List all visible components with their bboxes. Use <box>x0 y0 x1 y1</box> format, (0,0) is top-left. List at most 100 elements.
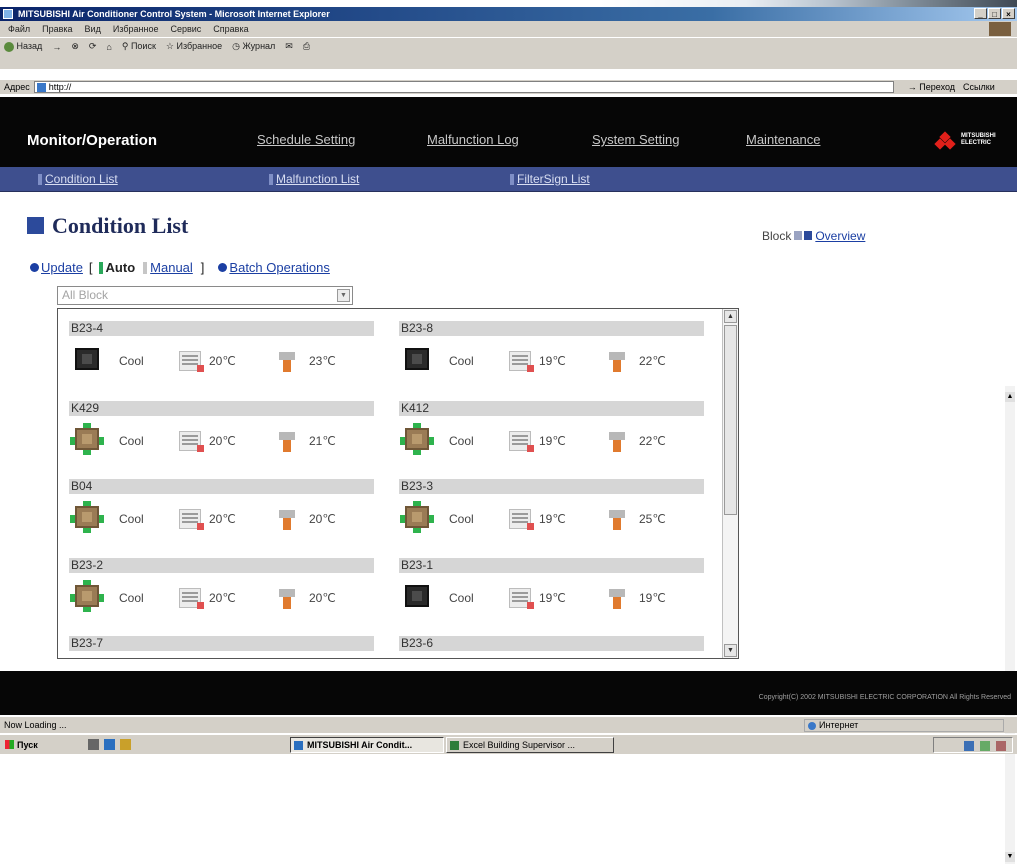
unit-card[interactable]: B23-6 <box>399 636 704 658</box>
address-input[interactable]: http:// <box>33 81 894 93</box>
outlook-quicklaunch-icon[interactable] <box>120 739 131 750</box>
air-conditioner-icon[interactable] <box>69 423 104 455</box>
unit-card[interactable]: B23-1 Cool 19℃ 19℃ <box>399 558 704 638</box>
refresh-icon[interactable]: ⟳ <box>89 41 97 52</box>
room-temperature-icon <box>277 508 297 530</box>
tab-maintenance[interactable]: Maintenance <box>746 132 820 147</box>
unit-card[interactable]: B23-7 <box>69 636 374 658</box>
manual-link[interactable]: Manual <box>150 260 193 275</box>
scroll-down-icon[interactable]: ▼ <box>724 644 737 657</box>
unit-card[interactable]: B23-2 Cool 20℃ 20℃ <box>69 558 374 638</box>
block-select[interactable]: All Block ▼ <box>57 286 353 305</box>
subnav-condition-list[interactable]: Condition List <box>45 172 118 186</box>
ie-quicklaunch-icon[interactable] <box>104 739 115 750</box>
address-label: Адрес <box>4 82 30 92</box>
task-label: Excel Building Supervisor ... <box>463 740 576 750</box>
mail-icon[interactable]: ✉ <box>285 41 293 52</box>
scroll-up-icon[interactable]: ▲ <box>724 310 737 323</box>
tab-monitor-operation[interactable]: Monitor/Operation <box>27 132 157 149</box>
room-temperature-icon <box>277 350 297 372</box>
unit-name: K429 <box>69 401 374 416</box>
set-temperature: 19℃ <box>539 591 566 605</box>
page-scrollbar[interactable]: ▲ ▼ <box>1005 386 1015 864</box>
start-button[interactable]: Пуск <box>3 738 47 752</box>
scroll-up-icon[interactable]: ▲ <box>1005 392 1015 402</box>
set-temperature-icon <box>509 351 534 372</box>
room-temperature: 19℃ <box>639 591 666 605</box>
air-conditioner-icon[interactable] <box>69 343 103 371</box>
air-conditioner-icon[interactable] <box>399 423 434 455</box>
links-button[interactable]: Ссылки <box>963 82 995 92</box>
tray-volume-icon[interactable] <box>980 741 990 751</box>
favorites-label: Избранное <box>176 41 223 51</box>
forward-button[interactable]: → <box>52 42 61 52</box>
chevron-down-icon[interactable]: ▼ <box>337 289 350 302</box>
zone-label: Интернет <box>819 720 859 730</box>
room-temperature-icon <box>277 430 297 452</box>
set-temperature: 20℃ <box>209 354 236 368</box>
menu-favorites[interactable]: Избранное <box>113 24 159 34</box>
set-temperature-icon <box>509 431 534 452</box>
batch-bullet-icon <box>218 263 228 272</box>
air-conditioner-icon[interactable] <box>69 580 104 612</box>
unit-list[interactable]: ▲ ▼ B23-4 Cool 20℃ 23℃ B23-8 Cool 19℃ 22℃ K429 Co… <box>57 308 739 659</box>
unit-card[interactable]: K412 Cool 19℃ 22℃ <box>399 401 704 481</box>
air-conditioner-icon[interactable] <box>399 501 434 533</box>
task-excel-building[interactable]: Excel Building Supervisor ... <box>446 737 614 753</box>
menu-edit[interactable]: Правка <box>42 24 72 34</box>
unit-card[interactable]: K429 Cool 20℃ 21℃ <box>69 401 374 481</box>
menu-tools[interactable]: Сервис <box>170 24 201 34</box>
unit-mode: Cool <box>449 354 474 368</box>
tab-system-setting[interactable]: System Setting <box>592 132 679 147</box>
browser-status-bar: Now Loading ... Интернет <box>0 716 1017 733</box>
subnav-marker <box>38 174 42 185</box>
room-temperature: 22℃ <box>639 434 666 448</box>
stop-icon[interactable]: ⊗ <box>71 41 79 52</box>
air-conditioner-icon[interactable] <box>69 501 104 533</box>
tray-network-icon[interactable] <box>964 741 974 751</box>
menu-help[interactable]: Справка <box>213 24 248 34</box>
air-conditioner-icon[interactable] <box>399 343 433 371</box>
set-temperature: 19℃ <box>539 434 566 448</box>
overview-link[interactable]: Overview <box>815 229 865 243</box>
update-bullet-icon <box>30 263 39 272</box>
task-mitsubishi[interactable]: MITSUBISHI Air Condit... <box>290 737 444 753</box>
close-icon[interactable]: × <box>1002 8 1015 19</box>
menu-view[interactable]: Вид <box>85 24 101 34</box>
tab-schedule-setting[interactable]: Schedule Setting <box>257 132 355 147</box>
unit-name: B23-4 <box>69 321 374 336</box>
unit-card[interactable]: B04 Cool 20℃ 20℃ <box>69 479 374 559</box>
main-content: Condition List Block Overview Update [ Au… <box>0 193 1017 864</box>
unit-card[interactable]: B23-8 Cool 19℃ 22℃ <box>399 321 704 401</box>
search-button[interactable]: ⚲ Поиск <box>122 41 156 52</box>
tab-malfunction-log[interactable]: Malfunction Log <box>427 132 519 147</box>
list-scrollbar[interactable]: ▲ ▼ <box>722 309 738 658</box>
subnav-malfunction-list[interactable]: Malfunction List <box>276 172 359 186</box>
minimize-icon[interactable]: _ <box>974 8 987 19</box>
air-conditioner-icon[interactable] <box>399 580 433 608</box>
set-temperature: 19℃ <box>539 512 566 526</box>
unit-card[interactable]: B23-4 Cool 20℃ 23℃ <box>69 321 374 401</box>
subnav-filtersign-list[interactable]: FilterSign List <box>517 172 590 186</box>
unit-name: B23-1 <box>399 558 704 573</box>
unit-card[interactable]: B23-3 Cool 19℃ 25℃ <box>399 479 704 559</box>
go-button[interactable]: → Переход <box>908 82 955 92</box>
batch-operations-link[interactable]: Batch Operations <box>229 260 329 275</box>
print-icon[interactable]: ⎙ <box>303 41 310 52</box>
app-header: Monitor/Operation Schedule Setting Malfu… <box>0 97 1017 167</box>
update-link[interactable]: Update <box>41 260 83 275</box>
subnav-marker <box>510 174 514 185</box>
auto-mode[interactable]: Auto <box>106 260 136 275</box>
maximize-icon[interactable]: □ <box>988 8 1001 19</box>
tray-app-icon[interactable] <box>996 741 1006 751</box>
set-temperature-icon <box>179 351 204 372</box>
favorites-button[interactable]: ☆ Избранное <box>166 41 222 52</box>
home-icon[interactable]: ⌂ <box>106 42 111 52</box>
scroll-thumb[interactable] <box>724 325 737 515</box>
room-temperature-icon <box>607 508 627 530</box>
desktop-icon[interactable] <box>88 739 99 750</box>
back-button[interactable]: Назад <box>4 41 42 52</box>
scroll-down-icon[interactable]: ▼ <box>1005 852 1015 862</box>
history-button[interactable]: ◷ Журнал <box>232 41 275 52</box>
menu-file[interactable]: Файл <box>8 24 30 34</box>
